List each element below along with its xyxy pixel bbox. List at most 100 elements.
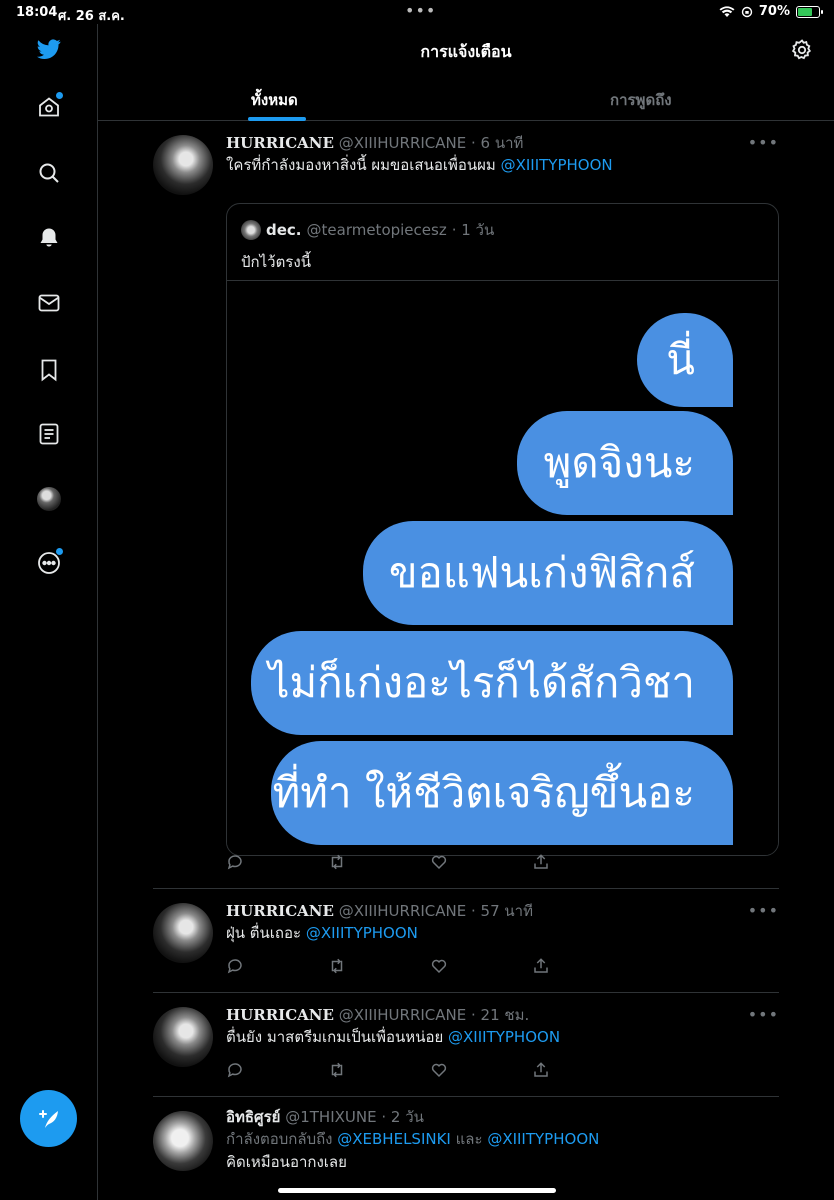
battery-percent: 70% (758, 4, 790, 19)
tweet[interactable]: HURRICANE @XIIIHURRICANE · 21 ชม. ตื่นยั… (153, 1005, 779, 1095)
twitter-logo-icon[interactable] (36, 36, 62, 62)
tab-all[interactable]: ทั้งหมด (251, 88, 298, 112)
sidebar (0, 24, 98, 1200)
quote-text: ปักไว้ตรงนี้ (241, 253, 311, 271)
mention-link[interactable]: @XIIITYPHOON (448, 1028, 560, 1046)
more-notification-dot (56, 548, 63, 555)
tweet-actions (226, 853, 548, 873)
lists-icon[interactable] (36, 421, 62, 447)
share-icon[interactable] (532, 853, 550, 871)
tweet-header: อิทธิศูรย์ @1THIXUNE · 2 วัน (226, 1107, 779, 1127)
tweet-body: อิทธิศูรย์ @1THIXUNE · 2 วัน กำลังตอบกลั… (226, 1107, 779, 1173)
reply-context: กำลังตอบกลับถึง @XEBHELSINKI และ @XIIITY… (226, 1129, 779, 1150)
tweet-text-content: ฝุ่น ตื่นเถอะ (226, 924, 306, 942)
status-bar: 18:04 ศ. 26 ส.ค. ••• 70% (0, 0, 834, 24)
tweet-body: HURRICANE @XIIIHURRICANE · 21 ชม. ตื่นยั… (226, 1005, 779, 1048)
mention-link[interactable]: @XIIITYPHOON (501, 156, 613, 174)
like-heart-icon[interactable] (430, 853, 448, 871)
quote-author-handle: @tearmetopiecesz (306, 221, 447, 239)
tweet-header: HURRICANE @XIIIHURRICANE · 6 นาที (226, 133, 779, 153)
avatar[interactable] (153, 1007, 213, 1067)
tweet[interactable]: HURRICANE @XIIIHURRICANE · 6 นาที ใครที่… (153, 133, 779, 883)
author-handle[interactable]: @1THIXUNE (285, 1108, 376, 1126)
bookmark-icon[interactable] (36, 357, 62, 383)
chat-bubble: ไม่ก็เก่งอะไรก็ได้สักวิชา (251, 631, 733, 735)
quote-avatar (241, 220, 261, 240)
retweet-icon[interactable] (328, 1061, 346, 1079)
tweet-text: ตื่นยัง มาสตรีมเกมเป็นเพื่อนหน่อย @XIIIT… (226, 1027, 779, 1048)
tweet-divider (153, 992, 779, 993)
reply-icon[interactable] (226, 957, 244, 975)
tweet-text: คิดเหมือนอากงเลย (226, 1153, 347, 1171)
reply-and: และ (450, 1130, 488, 1148)
quote-author-name: dec. (266, 221, 302, 239)
chat-bubble: ขอแฟนเก่งฟิสิกส์ (363, 521, 733, 625)
quote-time: · 1 วัน (451, 221, 495, 239)
mention-link[interactable]: @XEBHELSINKI (337, 1130, 451, 1148)
chat-bubble: นี่ (637, 313, 733, 407)
tweet-time[interactable]: · 6 นาที (471, 134, 523, 152)
settings-gear-icon[interactable] (790, 38, 814, 62)
tweet-header: HURRICANE @XIIIHURRICANE · 57 นาที (226, 901, 779, 921)
tab-mentions[interactable]: การพูดถึง (610, 88, 672, 112)
tweet-text-content: ใครที่กำลังมองหาสิ่งนี้ ผมขอเสนอเพื่อนผม (226, 156, 501, 174)
wifi-icon (719, 5, 735, 17)
tweet[interactable]: อิทธิศูรย์ @1THIXUNE · 2 วัน กำลังตอบกลั… (153, 1107, 779, 1197)
rotation-lock-icon (741, 6, 753, 17)
like-heart-icon[interactable] (430, 1061, 448, 1079)
tweet-body: HURRICANE @XIIIHURRICANE · 6 นาที ใครที่… (226, 133, 779, 176)
tweet-divider (153, 888, 779, 889)
avatar[interactable] (153, 903, 213, 963)
mention-link[interactable]: @XIIITYPHOON (306, 924, 418, 942)
tweet-time[interactable]: · 57 นาที (471, 902, 533, 920)
tweet-actions (226, 1061, 548, 1081)
mention-link[interactable]: @XIIITYPHOON (487, 1130, 599, 1148)
author-handle[interactable]: @XIIIHURRICANE (339, 1006, 467, 1024)
share-icon[interactable] (532, 1061, 550, 1079)
battery-fill (798, 7, 812, 16)
more-options-button[interactable]: ••• (748, 1005, 779, 1024)
compose-tweet-button[interactable] (20, 1090, 77, 1147)
tweet-time[interactable]: · 21 ชม. (471, 1006, 529, 1024)
like-heart-icon[interactable] (430, 957, 448, 975)
retweet-icon[interactable] (328, 957, 346, 975)
quoted-tweet[interactable]: dec. @tearmetopiecesz · 1 วัน ปักไว้ตรงน… (226, 203, 779, 856)
tweet[interactable]: HURRICANE @XIIIHURRICANE · 57 นาที ฝุ่น … (153, 901, 779, 991)
author-name[interactable]: HURRICANE (226, 902, 334, 920)
avatar[interactable] (153, 135, 213, 195)
tweet-actions (226, 957, 548, 977)
tweet-header: HURRICANE @XIIIHURRICANE · 21 ชม. (226, 1005, 779, 1025)
retweet-icon[interactable] (328, 853, 346, 871)
messages-mail-icon[interactable] (36, 290, 62, 316)
notifications-bell-icon[interactable] (36, 225, 62, 251)
chat-bubble: พูดจิงนะ (517, 411, 733, 515)
more-options-button[interactable]: ••• (748, 901, 779, 920)
more-options-icon[interactable] (36, 548, 63, 576)
author-handle[interactable]: @XIIIHURRICANE (339, 902, 467, 920)
author-handle[interactable]: @XIIIHURRICANE (339, 134, 467, 152)
avatar[interactable] (153, 1111, 213, 1171)
home-indicator[interactable] (278, 1188, 556, 1193)
author-name[interactable]: HURRICANE (226, 134, 334, 152)
share-icon[interactable] (532, 957, 550, 975)
battery-icon (796, 5, 823, 18)
chat-bubble: ที่ทำ ให้ชีวิตเจริญขึ้นอะ (271, 741, 733, 845)
profile-avatar[interactable] (37, 487, 61, 511)
reply-icon[interactable] (226, 853, 244, 871)
compose-feather-icon (38, 1109, 58, 1128)
author-name[interactable]: HURRICANE (226, 1006, 334, 1024)
active-tab-indicator (248, 117, 306, 121)
quote-header: dec. @tearmetopiecesz · 1 วัน (241, 218, 494, 242)
reply-icon[interactable] (226, 1061, 244, 1079)
search-icon[interactable] (36, 160, 62, 186)
more-options-button[interactable]: ••• (748, 133, 779, 152)
status-date: ศ. 26 ส.ค. (58, 9, 125, 24)
tweet-text-content: ตื่นยัง มาสตรีมเกมเป็นเพื่อนหน่อย (226, 1028, 449, 1046)
home-icon[interactable] (36, 92, 63, 120)
quote-image[interactable]: นี่ พูดจิงนะ ขอแฟนเก่งฟิสิกส์ ไม่ก็เก่งอ… (227, 280, 778, 855)
tweet-text: ฝุ่น ตื่นเถอะ @XIIITYPHOON (226, 923, 779, 944)
tweet-body: HURRICANE @XIIIHURRICANE · 57 นาที ฝุ่น … (226, 901, 779, 944)
author-name[interactable]: อิทธิศูรย์ (226, 1108, 280, 1126)
tweet-time[interactable]: · 2 วัน (381, 1108, 424, 1126)
multitasking-dots[interactable]: ••• (405, 1, 436, 20)
